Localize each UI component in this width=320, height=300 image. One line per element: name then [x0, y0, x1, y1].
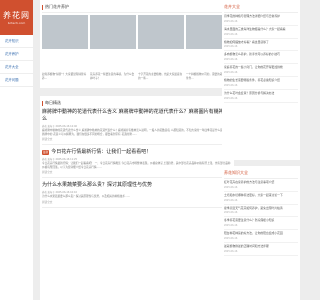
- list-item[interactable]: 红叶花卉在家养护的方法与注意事项介绍 2025-06-16: [224, 179, 298, 192]
- panel-title: 热门花卉养护: [42, 2, 232, 13]
- list-item-date: 2025-06-16: [224, 32, 238, 36]
- article-excerpt: 今日花卉行情最新行情：让我们一起看看吧！ 一、今日花卉行情概览 今日花卉市场整体…: [42, 162, 231, 169]
- list-item-date: 2025-06-16: [224, 96, 238, 100]
- list-item[interactable]: 阳台种花种菜的好方法，让你的阳台变成小花园 2025-06-16: [224, 230, 298, 243]
- popular-care-panel: 热门花卉养护 如何养植物“绿萝”？大家都觉得绿萝好养… 花卉养花一些要注意的事项…: [40, 0, 234, 88]
- article-item: 为什么水果蔬菜要么那么贵？探讨其原理性与优势 养花 发布于 2025-06-16…: [42, 182, 232, 208]
- list-item-date: 2025-06-16: [224, 185, 238, 189]
- article-title-text[interactable]: 今日花卉行情最新行情：让我们一起看看吧！: [51, 149, 151, 156]
- list-item-title[interactable]: 为什么花叶会变黄？原因分析与解决办法: [224, 91, 298, 96]
- list-item-date: 2025-06-16: [224, 224, 238, 228]
- list-item-title[interactable]: 植物如何摆放才好看？看这里就够了: [224, 40, 298, 45]
- new-badge: 最新: [42, 150, 50, 156]
- sidebar-item-knowledge[interactable]: 花卉知识: [0, 35, 33, 48]
- list-item-title[interactable]: 土培和水培哪种养法更好，大家一起来讨论一下: [224, 193, 298, 198]
- list-item-date: 2025-06-16: [224, 83, 238, 87]
- flower-encyclopedia-panel: 花卉大全 月季花的种植与管理方法详细介绍与日常养护 2025-06-16 海水里面…: [222, 0, 300, 160]
- read-more-link[interactable]: 阅读全文: [42, 200, 232, 204]
- article-item: 最新 今日花卉行情最新行情：让我们一起看看吧！ 养花 发布于 2025-06-1…: [42, 149, 232, 179]
- right-sidebar: 花卉大全 月季花的种植与管理方法详细介绍与日常养护 2025-06-16 海水里面…: [222, 0, 300, 300]
- list-item-title[interactable]: 家庭养花的一些小窍门，让你的花开得更加鲜艳: [224, 65, 298, 70]
- list-item[interactable]: 土培和水培哪种养法更好，大家一起来讨论一下 2025-06-16: [224, 192, 298, 205]
- article-excerpt: 麻將牌中動神的花道代表什么含义 麻將牌中動神的花道代表什么？麻將圖片有幾神怎么說…: [42, 129, 231, 136]
- article-title-text[interactable]: 为什么水果蔬菜要么那么贵？探讨其原理性与优势: [42, 182, 152, 189]
- list-item[interactable]: 月季花的种植与管理方法详细介绍与日常养护 2025-06-16: [224, 13, 298, 26]
- site-logo[interactable]: 养花网 bctech.com: [0, 0, 33, 35]
- thumbnail-caption[interactable]: 如何养植物“绿萝”？大家都觉得绿萝好养…: [42, 73, 88, 80]
- panel-title: 每日精选: [42, 98, 232, 109]
- list-item[interactable]: 海水里面的三类海洋生物都是什么？大家一起看看 2025-06-16: [224, 26, 298, 39]
- thumbnail-caption[interactable]: 花卉养花一些要注意的事项，为什么会掉叶子？: [90, 73, 136, 80]
- list-item-date: 2025-06-16: [224, 19, 238, 23]
- article-meta: 养花 发布于 2025-06-16 12:40: [42, 125, 78, 128]
- article-title[interactable]: 麻將牌中動神的花道代表什么含义 麻將牌中動神的花道代表什么？麻將圖片有幾神怎么: [42, 109, 232, 123]
- list-item-title[interactable]: 红叶花卉在家养护的方法与注意事项介绍: [224, 180, 298, 185]
- main-content: 热门花卉养护 如何养植物“绿萝”？大家都觉得绿萝好养… 花卉养花一些要注意的事项…: [40, 0, 234, 300]
- thumbnail-image[interactable]: [138, 15, 184, 49]
- panel-title: 养花知识大全: [224, 168, 298, 179]
- list-item-title[interactable]: 月季花的种植与管理方法详细介绍与日常养护: [224, 14, 298, 19]
- list-item[interactable]: 夏季高温天气花卉如何养护，避免出现叶片枯黄 2025-06-16: [224, 205, 298, 218]
- sidebar-item-problems[interactable]: 花卉问题: [0, 74, 33, 87]
- list-item-date: 2025-06-16: [224, 70, 238, 74]
- list-item[interactable]: 为什么花叶会变黄？原因分析与解决办法 2025-06-16: [224, 90, 298, 103]
- list-item-title[interactable]: 冬季养花需要注意什么？防冻保暖小知识: [224, 219, 298, 223]
- list-item-title[interactable]: 盆栽植物换盆的正确时间和方法步骤: [224, 244, 298, 249]
- panel-title: 花卉大全: [224, 2, 298, 13]
- list-item[interactable]: 多肉植物怎么养护，新手也可以养好的小技巧 2025-06-16: [224, 51, 298, 65]
- list-item-date: 2025-06-16: [224, 45, 238, 49]
- sidebar-item-care[interactable]: 花卉养护: [0, 48, 33, 61]
- flower-knowledge-panel: 养花知识大全 红叶花卉在家养护的方法与注意事项介绍 2025-06-16 土培和水…: [222, 166, 300, 300]
- sidebar-nav: 花卉知识 花卉养护 花卉大全 花卉问题: [0, 35, 33, 87]
- thumbnail-row: [42, 15, 232, 49]
- article-title[interactable]: 最新 今日花卉行情最新行情：让我们一起看看吧！: [42, 149, 232, 156]
- thumbnail-image[interactable]: [90, 15, 136, 49]
- article-meta: 养花 发布于 2025-06-16 10:10: [42, 191, 78, 195]
- caption-row: 如何养植物“绿萝”？大家都觉得绿萝好养… 花卉养花一些要注意的事项，为什么会掉叶…: [42, 73, 232, 80]
- article-title-text[interactable]: 麻將牌中動神的花道代表什么含义 麻將牌中動神的花道代表什么？麻將圖片有幾神怎么: [42, 109, 232, 123]
- list-item-title[interactable]: 海水里面的三类海洋生物都是什么？大家一起看看: [224, 27, 298, 32]
- list-item-date: 2025-06-16: [224, 211, 238, 215]
- list-item[interactable]: 盆栽植物换盆的正确时间和方法步骤 2025-06-16: [224, 243, 298, 256]
- left-sidebar: 养花网 bctech.com 花卉知识 花卉养护 花卉大全 花卉问题: [0, 0, 33, 300]
- list-item-date: 2025-06-16: [224, 198, 238, 202]
- list-item[interactable]: 植物的生长需要哪些条件，养花必备知识介绍 2025-06-16: [224, 77, 298, 90]
- logo-title: 养花网: [3, 10, 30, 20]
- list-item[interactable]: 冬季养花需要注意什么？防冻保暖小知识 2025-06-16: [224, 217, 298, 231]
- list-item[interactable]: 植物如何摆放才好看？看这里就够了 2025-06-16: [224, 39, 298, 52]
- list-item-title[interactable]: 夏季高温天气花卉如何养护，避免出现叶片枯黄: [224, 206, 298, 211]
- article-meta: 养花 发布于 2025-06-16 11:25: [42, 158, 78, 162]
- article-title[interactable]: 为什么水果蔬菜要么那么贵？探讨其原理性与优势: [42, 182, 232, 189]
- list-item-date: 2025-06-16: [224, 58, 238, 62]
- daily-picks-panel: 每日精选 麻將牌中動神的花道代表什么含义 麻將牌中動神的花道代表什么？麻將圖片有…: [40, 96, 234, 300]
- article-excerpt: 为什么水果蔬菜要么那么贵？探讨其原理性与优势，以及相关的种植技术……: [42, 195, 131, 199]
- read-more-link[interactable]: 阅读全文: [42, 137, 232, 141]
- thumbnail-image[interactable]: [42, 15, 88, 49]
- thumbnail-caption[interactable]: 十字开花的主要植物，也是大家最喜欢的一些…: [138, 73, 184, 80]
- list-item-date: 2025-06-16: [224, 249, 238, 253]
- article-item: 麻將牌中動神的花道代表什么含义 麻將牌中動神的花道代表什么？麻將圖片有幾神怎么 …: [42, 109, 232, 146]
- list-item-title[interactable]: 植物的生长需要哪些条件，养花必备知识介绍: [224, 78, 298, 83]
- list-item-date: 2025-06-16: [224, 236, 238, 240]
- list-item[interactable]: 家庭养花的一些小窍门，让你的花开得更加鲜艳 2025-06-16: [224, 64, 298, 77]
- sidebar-item-encyclopedia[interactable]: 花卉大全: [0, 61, 33, 74]
- list-item-title[interactable]: 多肉植物怎么养护，新手也可以养好的小技巧: [224, 53, 298, 57]
- read-more-link[interactable]: 阅读全文: [42, 170, 232, 174]
- logo-domain: bctech.com: [7, 20, 26, 25]
- list-item-title[interactable]: 阳台种花种菜的好方法，让你的阳台变成小花园: [224, 231, 298, 236]
